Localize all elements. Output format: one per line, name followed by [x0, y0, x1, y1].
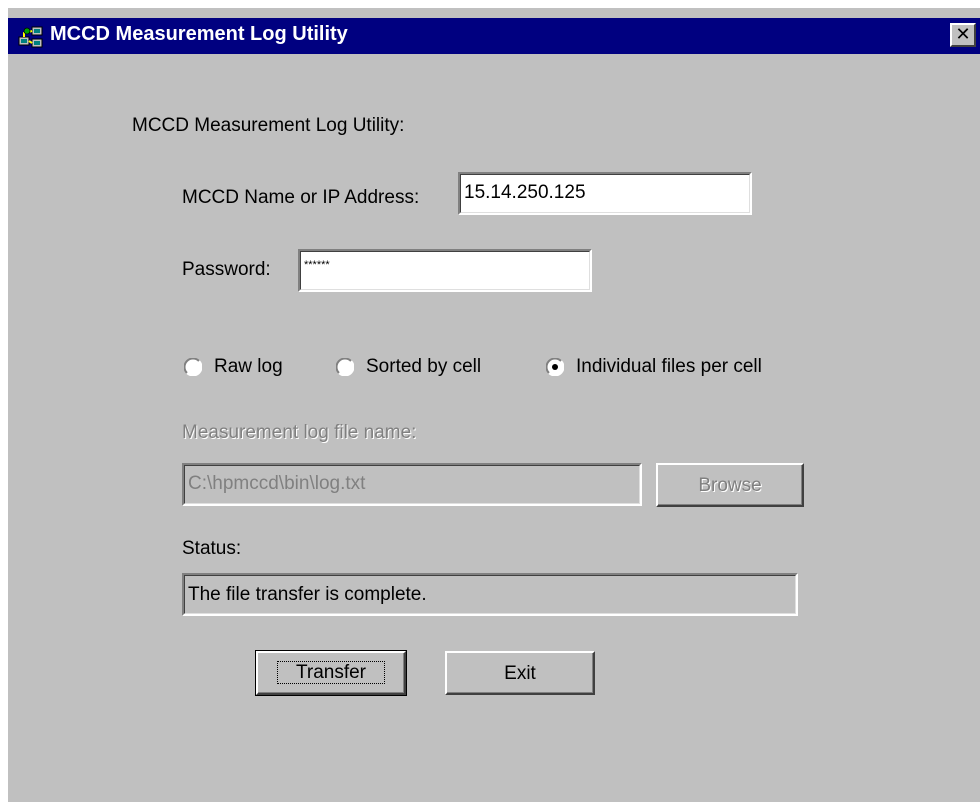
close-icon: ✕ — [955, 24, 971, 45]
status-label: Status: — [182, 538, 242, 559]
host-label: MCCD Name or IP Address: — [182, 187, 420, 208]
radio-raw-log-label: Raw log — [214, 356, 283, 377]
status-field: The file transfer is complete. — [182, 573, 798, 616]
radio-individual-files[interactable]: Individual files per cell — [546, 356, 806, 380]
title-bar[interactable]: MCCD Measurement Log Utility ✕ — [8, 18, 980, 54]
password-label: Password: — [182, 259, 271, 280]
radio-raw-log[interactable]: Raw log — [184, 356, 314, 380]
radio-sorted-by-cell[interactable]: Sorted by cell — [336, 356, 516, 380]
browse-button-label: Browse — [698, 475, 762, 496]
close-button[interactable]: ✕ — [950, 23, 976, 47]
log-file-field[interactable] — [182, 463, 642, 506]
host-input[interactable] — [464, 182, 746, 204]
log-file-input[interactable] — [188, 473, 636, 495]
password-input[interactable] — [304, 259, 586, 271]
password-field[interactable] — [298, 249, 592, 292]
network-computers-icon — [18, 26, 43, 48]
status-text: The file transfer is complete. — [188, 584, 427, 605]
radio-individual-files-label: Individual files per cell — [576, 356, 762, 377]
host-field[interactable] — [458, 172, 752, 215]
radio-sorted-by-cell-label: Sorted by cell — [366, 356, 482, 377]
log-file-label: Measurement log file name: — [182, 422, 417, 443]
exit-button[interactable]: Exit — [445, 651, 595, 695]
window-title: MCCD Measurement Log Utility — [50, 23, 348, 45]
radio-checked-icon — [546, 358, 564, 376]
form-heading: MCCD Measurement Log Utility: — [132, 115, 405, 136]
exit-button-label: Exit — [504, 663, 536, 684]
dialog-window: MCCD Measurement Log Utility ✕ MCCD Meas… — [8, 8, 980, 802]
transfer-button-label: Transfer — [276, 661, 386, 684]
radio-unchecked-icon — [184, 358, 202, 376]
radio-unchecked-icon — [336, 358, 354, 376]
transfer-button[interactable]: Transfer — [255, 650, 407, 696]
browse-button[interactable]: Browse — [656, 463, 804, 507]
